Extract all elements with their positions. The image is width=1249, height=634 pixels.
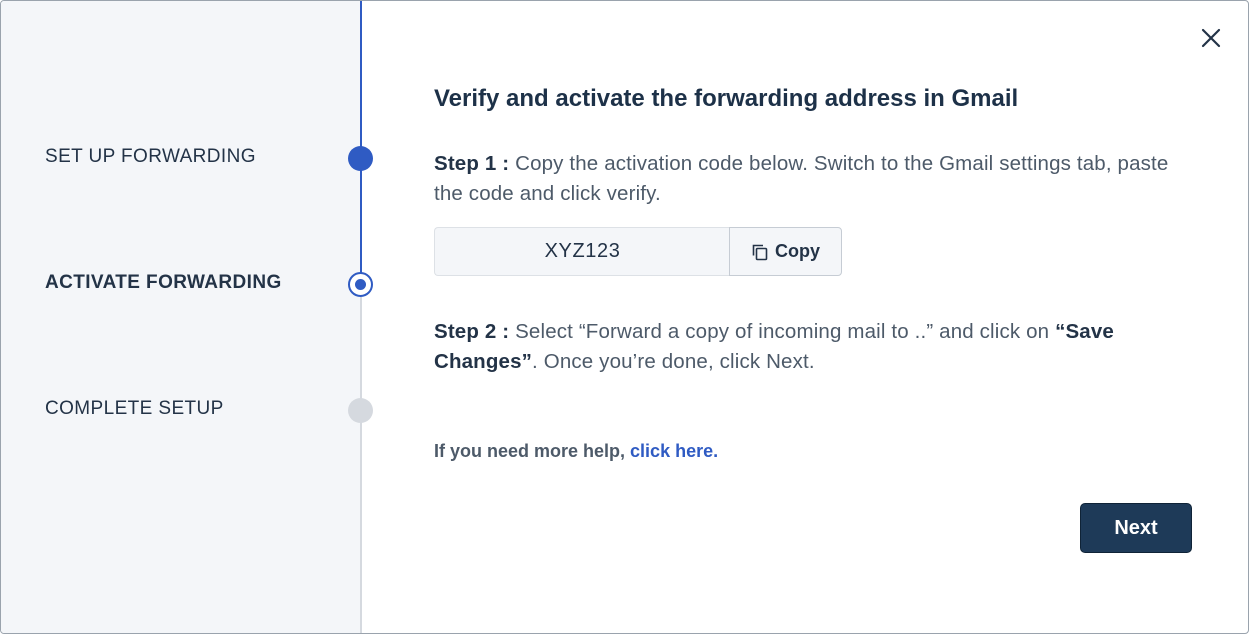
activation-code-value: XYZ123 [544,240,621,262]
help-text: If you need more help, click here. [434,441,718,462]
step2-text-after: . Once you’re done, click Next. [532,350,815,373]
close-icon [1201,28,1221,48]
step-label-complete-setup: COMPLETE SETUP [45,398,224,419]
setup-dialog: SET UP FORWARDING ACTIVATE FORWARDING CO… [0,0,1249,634]
close-button[interactable] [1198,25,1224,51]
copy-button-label: Copy [775,241,820,261]
copy-icon [752,244,768,260]
dialog-title: Verify and activate the forwarding addre… [434,85,1019,112]
activation-code-field[interactable]: XYZ123 [434,227,730,276]
next-button[interactable]: Next [1080,503,1192,553]
progress-track-completed [360,1,362,284]
step2-text: Select “Forward a copy of incoming mail … [515,320,1050,343]
step2-instructions: Step 2 : Select “Forward a copy of incom… [434,317,1194,377]
step2-prefix: Step 2 : [434,320,510,343]
progress-track-pending [360,284,362,633]
step1-text: Copy the activation code below. Switch t… [434,152,1169,205]
step-label-set-up-forwarding: SET UP FORWARDING [45,146,256,167]
step1-prefix: Step 1 : [434,152,510,175]
help-link[interactable]: click here. [630,441,718,461]
step-pending-dot [348,398,373,423]
help-prompt: If you need more help, [434,441,626,461]
step1-instructions: Step 1 : Copy the activation code below.… [434,149,1194,209]
step-current-dot-inner [355,279,366,290]
step-completed-dot [348,146,373,171]
step-label-activate-forwarding: ACTIVATE FORWARDING [45,272,282,293]
progress-sidebar: SET UP FORWARDING ACTIVATE FORWARDING CO… [1,1,373,633]
step-current-dot [348,272,373,297]
copy-code-button[interactable]: Copy [729,227,842,276]
